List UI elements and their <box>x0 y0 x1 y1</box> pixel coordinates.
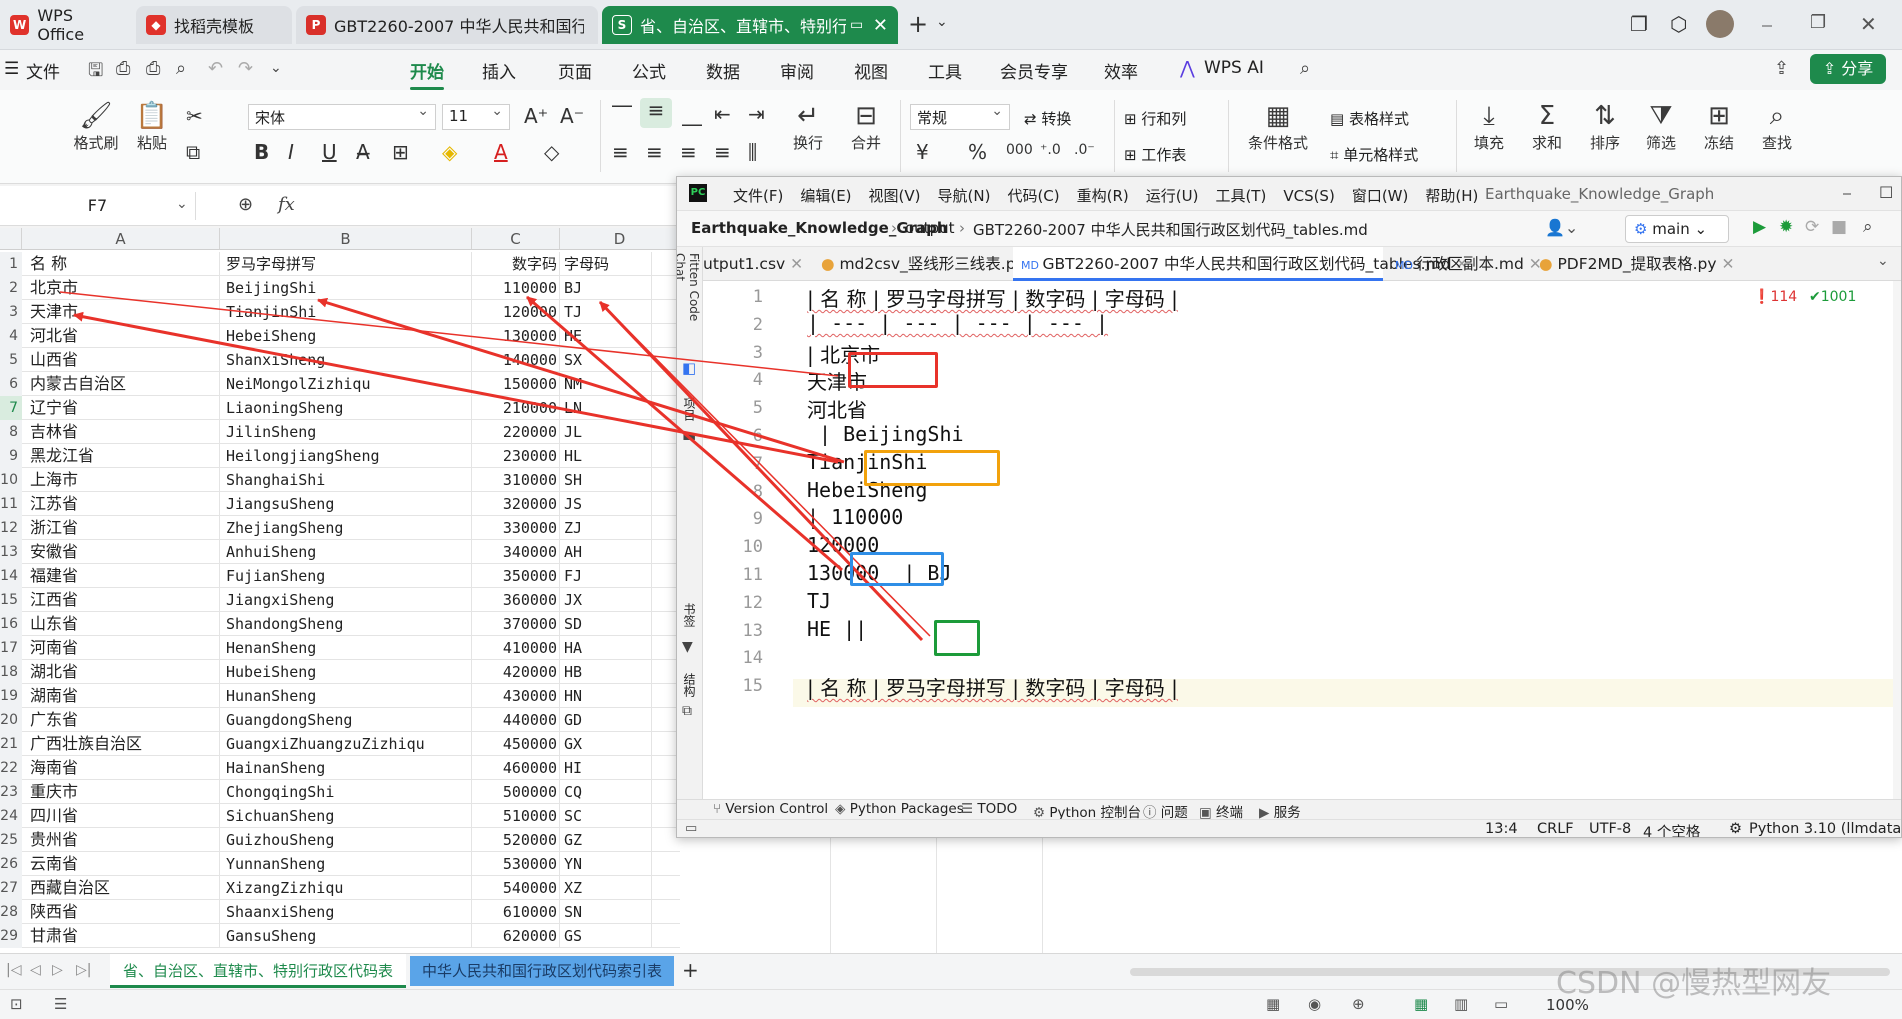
highlight-box-110000 <box>850 552 944 586</box>
arrow-to-110000 <box>526 295 843 572</box>
arrow-to-beijingshi <box>317 297 845 464</box>
arrow-to-tianjin <box>73 311 839 464</box>
highlight-box-beijingshi <box>864 450 1000 486</box>
watermark: CSDN @慢热型网友 <box>1556 966 1832 1001</box>
annotation-overlay <box>59 291 931 642</box>
highlight-box-beijing <box>848 352 938 388</box>
highlight-box-bj <box>934 620 980 656</box>
